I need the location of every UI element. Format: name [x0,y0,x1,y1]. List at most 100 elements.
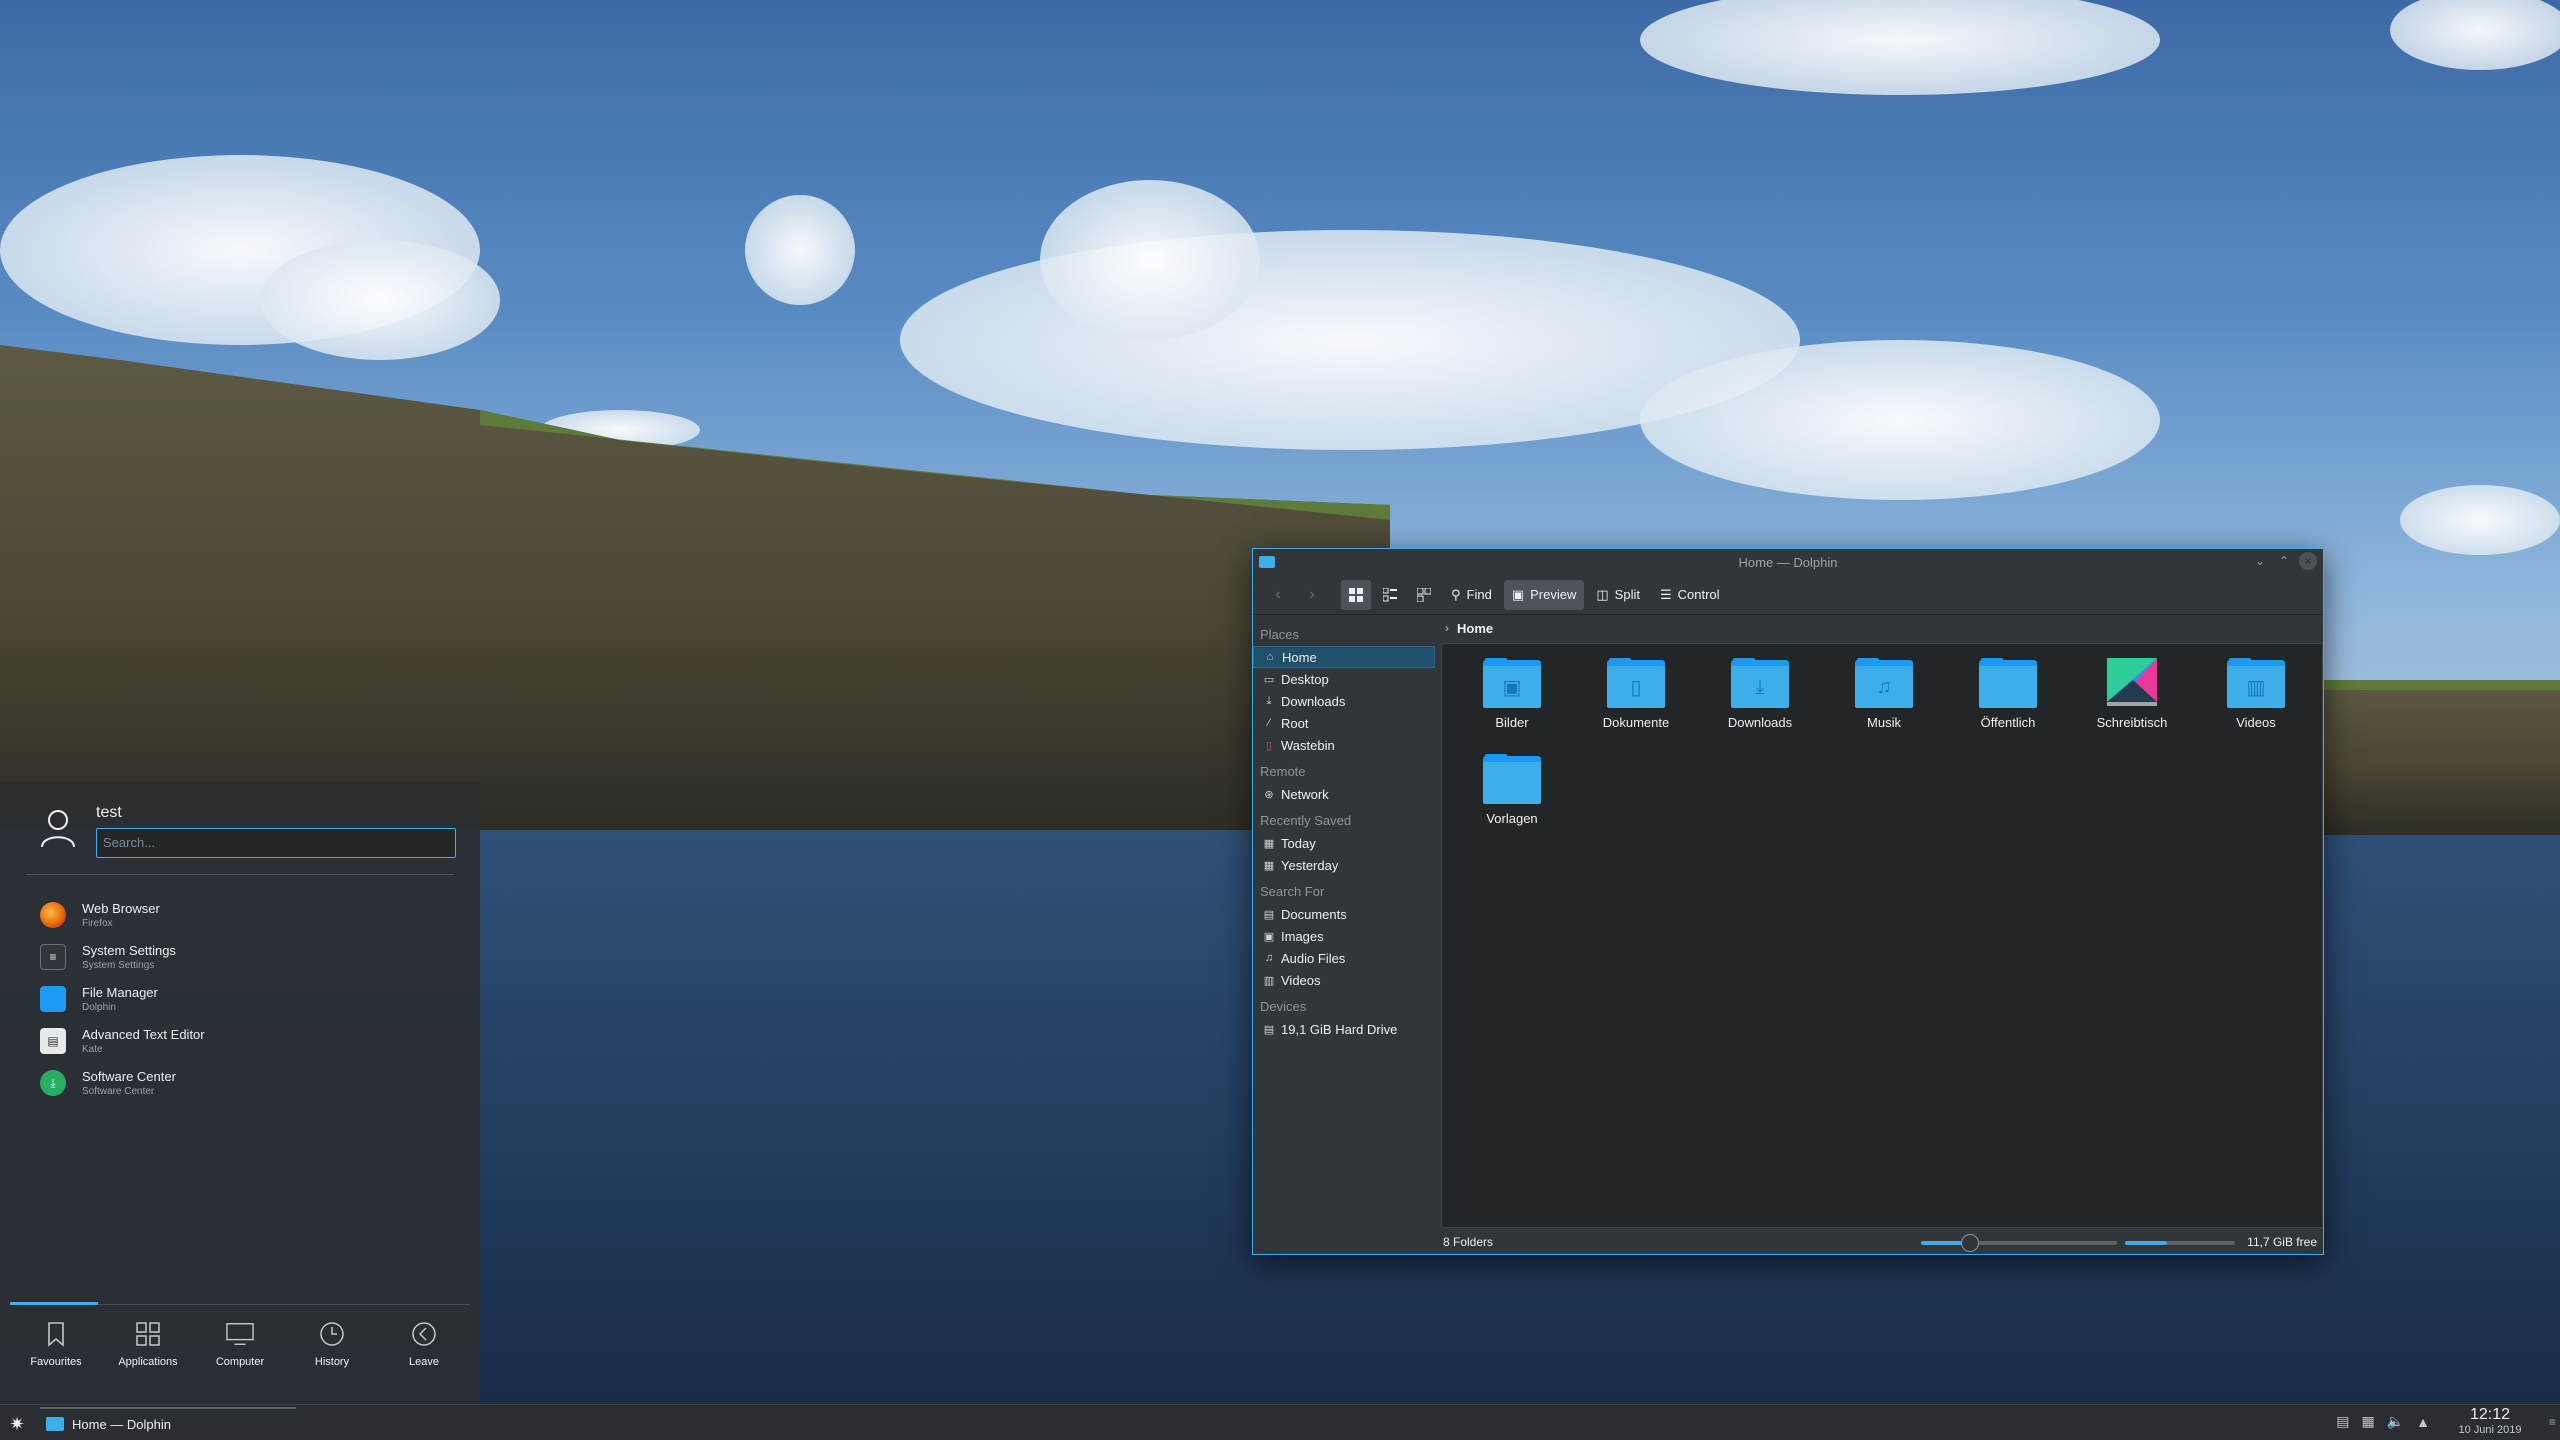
back-button[interactable]: ‹ [1263,580,1293,610]
trash-icon: ▯ [1265,739,1273,752]
clipboard-icon[interactable]: ▤ [2336,1413,2349,1430]
favourite-item[interactable]: ≡ System Settings System Settings [40,936,460,978]
folder-label: Downloads [1727,715,1793,730]
minimize-button[interactable]: ⌄ [2251,552,2269,570]
places-item-network[interactable]: ⊛ Network [1253,783,1435,805]
firefox-icon [40,902,66,928]
monitor-icon [226,1320,254,1348]
public-icon [1979,658,2037,708]
icons-view-icon [1349,587,1363,602]
control-button[interactable]: ☰ Control [1652,580,1728,610]
task-item-dolphin[interactable]: Home — Dolphin [40,1407,296,1439]
folder-item[interactable]: ⤓ Downloads [1698,652,1822,748]
compact-view-icon [1383,587,1397,601]
folder-item[interactable]: ▣ Bilder [1450,652,1574,748]
favourite-item[interactable]: File Manager Dolphin [40,978,460,1020]
breadcrumb-home[interactable]: Home [1457,621,1493,636]
launcher-tab-label: Computer [215,1356,265,1368]
window-titlebar[interactable]: Home — Dolphin ⌄ ⌃ × [1253,549,2323,575]
launcher-tab-leave[interactable]: Leave [378,1312,470,1382]
dolphin-icon [46,1417,64,1431]
launcher-tab-applications[interactable]: Applications [102,1312,194,1382]
favourite-item[interactable]: ▤ Advanced Text Editor Kate [40,1020,460,1062]
home-icon: ⌂ [1266,651,1274,663]
launcher-tab-label: Favourites [30,1356,82,1368]
favourite-description: Firefox [82,918,113,929]
volume-icon[interactable]: 🔈 [2387,1413,2404,1430]
image-icon: ▣ [1263,930,1275,943]
places-item-home[interactable]: ⌂ Home [1253,646,1435,668]
places-item-wastebin[interactable]: ▯ Wastebin [1253,734,1435,756]
forward-button[interactable]: › [1297,580,1327,610]
places-item-label: Desktop [1281,671,1329,687]
split-button[interactable]: ◫ Split [1588,580,1648,610]
document-icon: ▤ [1263,908,1275,921]
places-item-documents[interactable]: ▤ Documents [1253,903,1435,925]
launcher-tab-label: Leave [409,1356,439,1368]
image-icon: ▣ [1511,586,1525,602]
places-item-19-1-gib-hard-drive[interactable]: ▤ 19,1 GiB Hard Drive [1253,1018,1435,1040]
system-tray: ▤ ▦ 🔈 ▲ [2336,1413,2430,1430]
folder-item[interactable]: ♫ Musik [1822,652,1946,748]
places-item-desktop[interactable]: ▭ Desktop [1253,668,1435,690]
places-item-videos[interactable]: ▥ Videos [1253,969,1435,991]
clock-time[interactable]: 12:12 [2440,1406,2540,1424]
compact-view-button[interactable] [1375,580,1405,610]
icons-view-button[interactable] [1341,579,1371,610]
application-launcher-button[interactable]: ✷ [4,1411,30,1437]
launcher-tab-favourites[interactable]: Favourites [10,1312,102,1382]
main-toolbar: ‹ › ⚲ Find ▣ Preview ◫ Split ☰ Control [1253,575,2323,615]
places-item-downloads[interactable]: ⤓ Downloads [1253,690,1435,712]
settings-icon: ≡ [40,944,66,970]
close-button[interactable]: × [2299,552,2317,570]
file-view[interactable]: ▣ Bilder ▯ Dokumente ⤓ Downloads ♫ Musik Öffentl… [1441,643,2323,1228]
folder-item[interactable]: ▯ Dokumente [1574,652,1698,748]
tray-expand-icon[interactable]: ▲ [2416,1414,2430,1430]
user-avatar-icon[interactable] [40,808,76,848]
favourite-name: Advanced Text Editor [82,1027,205,1042]
download-icon: ⤓ [1266,694,1272,707]
launcher-tab-computer[interactable]: Computer [194,1312,286,1382]
places-item-label: Yesterday [1281,857,1339,873]
folder-item[interactable]: ▥ Videos [2194,652,2318,748]
window-title: Home — Dolphin [1738,554,1838,570]
dolphin-app-icon[interactable] [1259,556,1275,568]
places-item-audio-files[interactable]: ♫ Audio Files [1253,947,1435,969]
places-item-images[interactable]: ▣ Images [1253,925,1435,947]
split-icon: ◫ [1596,586,1609,602]
places-item-label: Home [1282,649,1317,665]
launcher-tabs-divider [10,1302,470,1305]
user-name: test [96,804,122,821]
favourite-name: System Settings [82,943,176,958]
folder-item[interactable]: Vorlagen [1450,748,1574,844]
details-view-button[interactable] [1409,580,1439,610]
zoom-slider[interactable] [1921,1234,2117,1252]
launcher-tab-label: History [314,1356,350,1368]
network-icon[interactable]: ▦ [2361,1413,2374,1430]
desktop-icon: ▭ [1263,673,1275,686]
maximize-button[interactable]: ⌃ [2275,552,2293,570]
find-button[interactable]: ⚲ Find [1443,580,1500,610]
launcher-search-input[interactable]: Search... [96,828,456,858]
places-item-root[interactable]: ∕ Root [1253,712,1435,734]
places-item-label: Network [1281,786,1329,802]
image-icon: ▣ [1483,658,1541,708]
folder-label: Videos [2236,715,2276,730]
favourite-item[interactable]: Web Browser Firefox [40,894,460,936]
breadcrumb[interactable]: › Home [1439,615,2323,641]
panel-toolbox-icon[interactable]: ≡ [2549,1415,2556,1429]
preview-button[interactable]: ▣ Preview [1503,579,1585,610]
places-item-today[interactable]: ▦ Today [1253,832,1435,854]
launcher-tab-history[interactable]: History [286,1312,378,1382]
folder-item[interactable]: Öffentlich [1946,652,2070,748]
favourite-item[interactable]: ⤓ Software Center Software Center [40,1062,460,1104]
leave-icon [410,1320,438,1348]
clock-date[interactable]: 10 Juni 2019 [2440,1424,2540,1436]
places-item-yesterday[interactable]: ▦ Yesterday [1253,854,1435,876]
zoom-slider-handle[interactable] [1961,1234,1979,1252]
places-item-label: Root [1281,715,1309,731]
application-launcher: test Search... Web Browser Firefox ≡ System… [0,782,480,1404]
dolphin-window[interactable]: Home — Dolphin ⌄ ⌃ × ‹ › ⚲ Find ▣ Previe… [1252,548,2324,1255]
favourite-name: Web Browser [82,901,160,916]
folder-item[interactable]: Schreibtisch [2070,652,2194,748]
